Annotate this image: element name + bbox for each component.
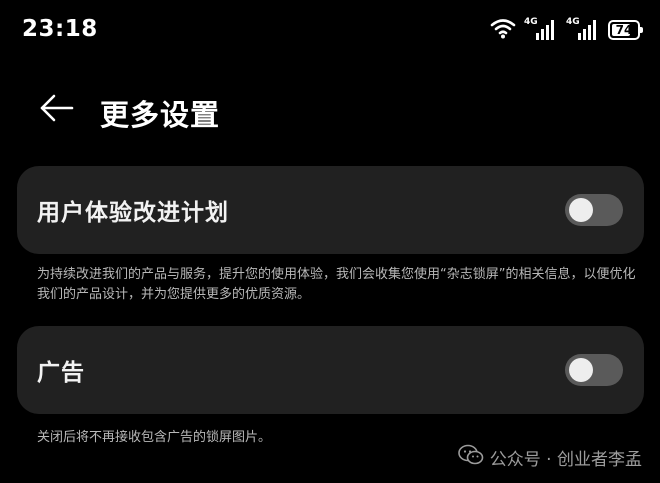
more-settings-screen: 23:18 4G 4G 74 更多设置 用户体验改进计划 为持续改进我们的产品与… [0, 0, 660, 483]
setting-label-ads: 广告 [37, 360, 85, 386]
setting-card-ads: 广告 [17, 326, 644, 414]
back-button[interactable] [34, 90, 78, 130]
battery-tip [640, 27, 643, 33]
ads-toggle[interactable] [565, 354, 623, 386]
status-time: 23:18 [22, 16, 98, 42]
wechat-icon [457, 444, 484, 470]
page-title: 更多设置 [100, 98, 221, 132]
watermark-text: 公众号 · 创业者李孟 [489, 449, 642, 470]
back-arrow-icon [38, 93, 74, 127]
setting-card-user-experience: 用户体验改进计划 [17, 166, 644, 254]
battery-icon: 74 [608, 20, 643, 40]
wifi-icon [490, 17, 516, 43]
user-experience-toggle[interactable] [565, 194, 623, 226]
toggle-knob [569, 198, 593, 222]
toggle-knob [569, 358, 593, 382]
setting-label-user-experience: 用户体验改进计划 [37, 200, 229, 226]
watermark: 公众号 · 创业者李孟 [457, 444, 642, 470]
signal-2: 4G [566, 17, 600, 42]
header: 更多设置 [0, 80, 660, 140]
battery-level: 74 [615, 23, 633, 37]
status-bar: 23:18 4G 4G 74 [0, 0, 660, 64]
signal-1: 4G [524, 17, 558, 42]
status-icons: 4G 4G 74 [490, 17, 643, 43]
setting-note-user-experience: 为持续改进我们的产品与服务，提升您的使用体验，我们会收集您使用“杂志锁屏”的相关… [37, 267, 636, 302]
